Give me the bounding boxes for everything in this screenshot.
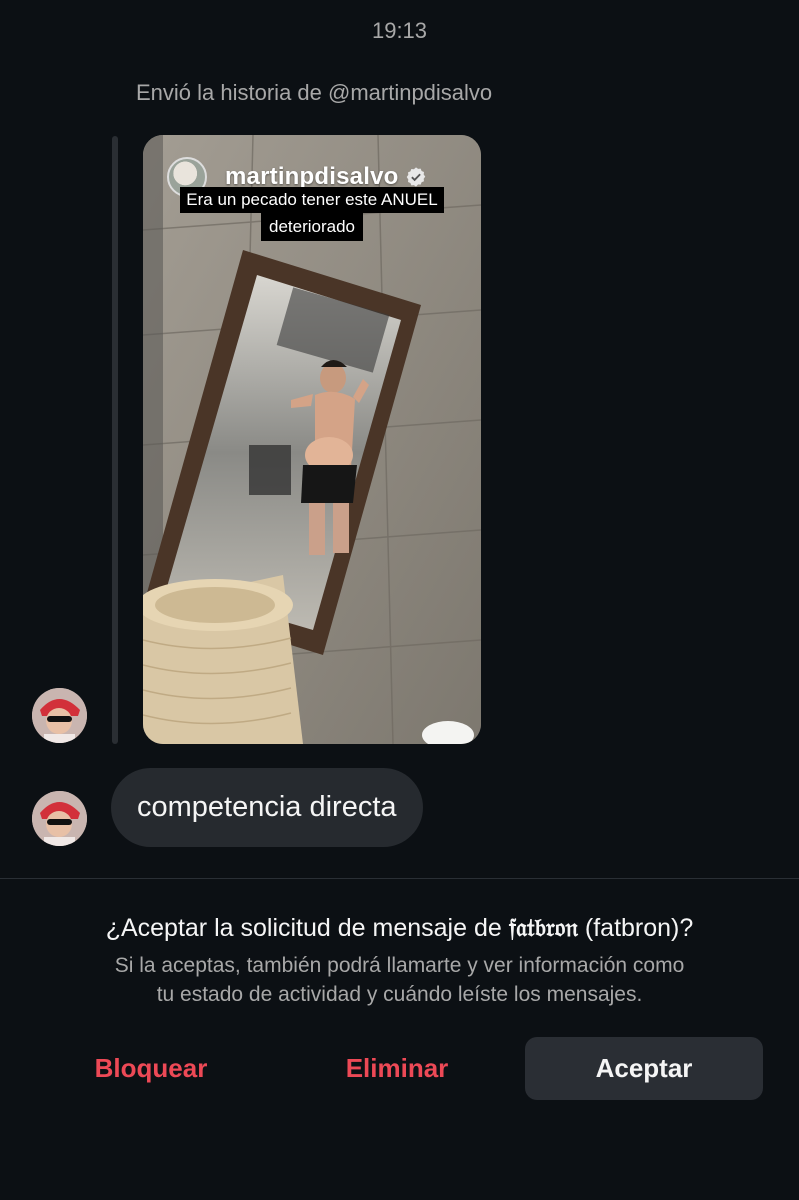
story-share-label: Envió la historia de @martinpdisalvo: [136, 80, 493, 105]
caption-line-1: Era un pecado tener este ANUEL: [180, 187, 444, 213]
sender-avatar[interactable]: [32, 791, 87, 846]
block-button[interactable]: Bloquear: [40, 1037, 262, 1100]
request-desc-line-2: tu estado de actividad y cuándo leíste l…: [156, 983, 643, 1006]
divider: [0, 878, 799, 879]
shared-story-card[interactable]: martinpdisalvo Era un pecado tener este …: [143, 135, 481, 744]
accept-button[interactable]: Aceptar: [525, 1037, 763, 1100]
reply-thread-bar: [112, 136, 118, 744]
timestamp: 19:13: [371, 18, 428, 43]
request-title-suffix: (fatbron)?: [584, 914, 694, 942]
story-caption: Era un pecado tener este ANUEL deteriora…: [143, 187, 481, 241]
request-display-name: 𝔣𝔞𝔱𝔟𝔯𝔬𝔫: [508, 913, 578, 942]
request-description: Si la aceptas, también podrá llamarte y …: [0, 951, 799, 1009]
delete-button[interactable]: Eliminar: [286, 1037, 508, 1100]
request-title-prefix: ¿Aceptar la solicitud de mensaje de: [105, 914, 502, 942]
caption-line-2: deteriorado: [260, 213, 363, 241]
sender-avatar[interactable]: [32, 688, 87, 743]
request-desc-line-1: Si la aceptas, también podrá llamarte y …: [114, 954, 685, 977]
verified-badge-icon: [406, 167, 425, 187]
message-bubble[interactable]: competencia directa: [111, 768, 423, 847]
request-title: ¿Aceptar la solicitud de mensaje de 𝔣𝔞𝔱𝔟…: [0, 913, 799, 943]
